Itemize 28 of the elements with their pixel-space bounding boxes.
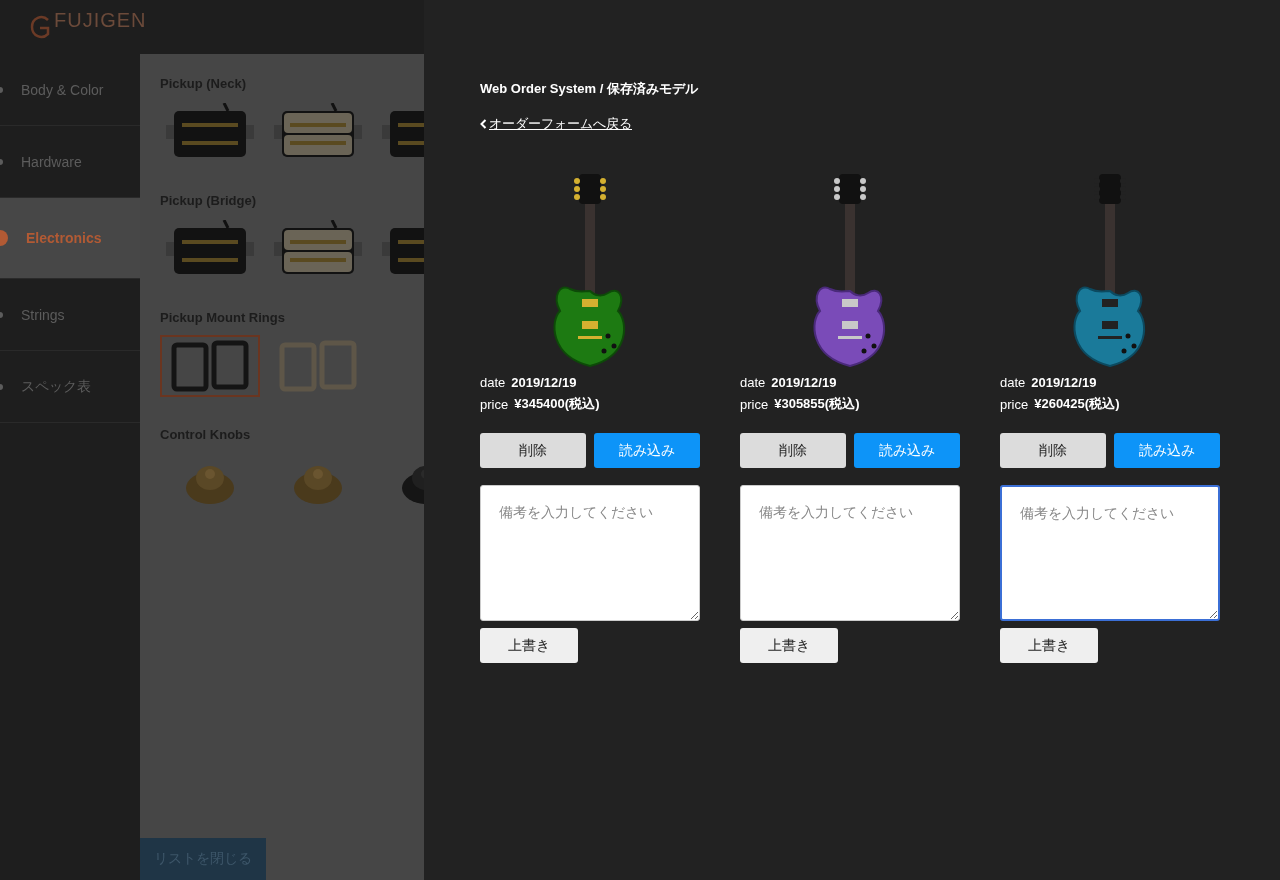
overwrite-button[interactable]: 上書き [1000, 628, 1098, 663]
note-field[interactable]: 備考を入力してください [1000, 485, 1220, 621]
price-value: ¥305855(税込) [774, 395, 860, 413]
date-value: 2019/12/19 [1031, 374, 1097, 390]
delete-button[interactable]: 削除 [1000, 433, 1106, 468]
logo-icon [30, 14, 52, 40]
chevron-left-icon [480, 119, 487, 129]
load-button[interactable]: 読み込み [854, 433, 960, 468]
price-label: price [480, 396, 509, 412]
date-label: date [740, 374, 766, 390]
price-label: price [740, 396, 769, 412]
overwrite-button[interactable]: 上書き [740, 628, 838, 663]
sidebar-item[interactable]: Electronics [0, 198, 140, 279]
breadcrumb: Web Order System / 保存済みモデル [480, 80, 699, 98]
price-value: ¥260425(税込) [1034, 395, 1120, 413]
overwrite-button[interactable]: 上書き [480, 628, 578, 663]
delete-button[interactable]: 削除 [480, 433, 586, 468]
date-value: 2019/12/19 [771, 374, 837, 390]
delete-button[interactable]: 削除 [740, 433, 846, 468]
date-label: date [480, 374, 506, 390]
price-label: price [1000, 396, 1029, 412]
date-value: 2019/12/19 [511, 374, 577, 390]
price-value: ¥345400(税込) [514, 395, 600, 413]
load-button[interactable]: 読み込み [594, 433, 700, 468]
logo-text: FUJIGEN [54, 8, 147, 32]
back-link[interactable]: オーダーフォームへ戻る [480, 115, 632, 133]
load-button[interactable]: 読み込み [1114, 433, 1220, 468]
date-label: date [1000, 374, 1026, 390]
